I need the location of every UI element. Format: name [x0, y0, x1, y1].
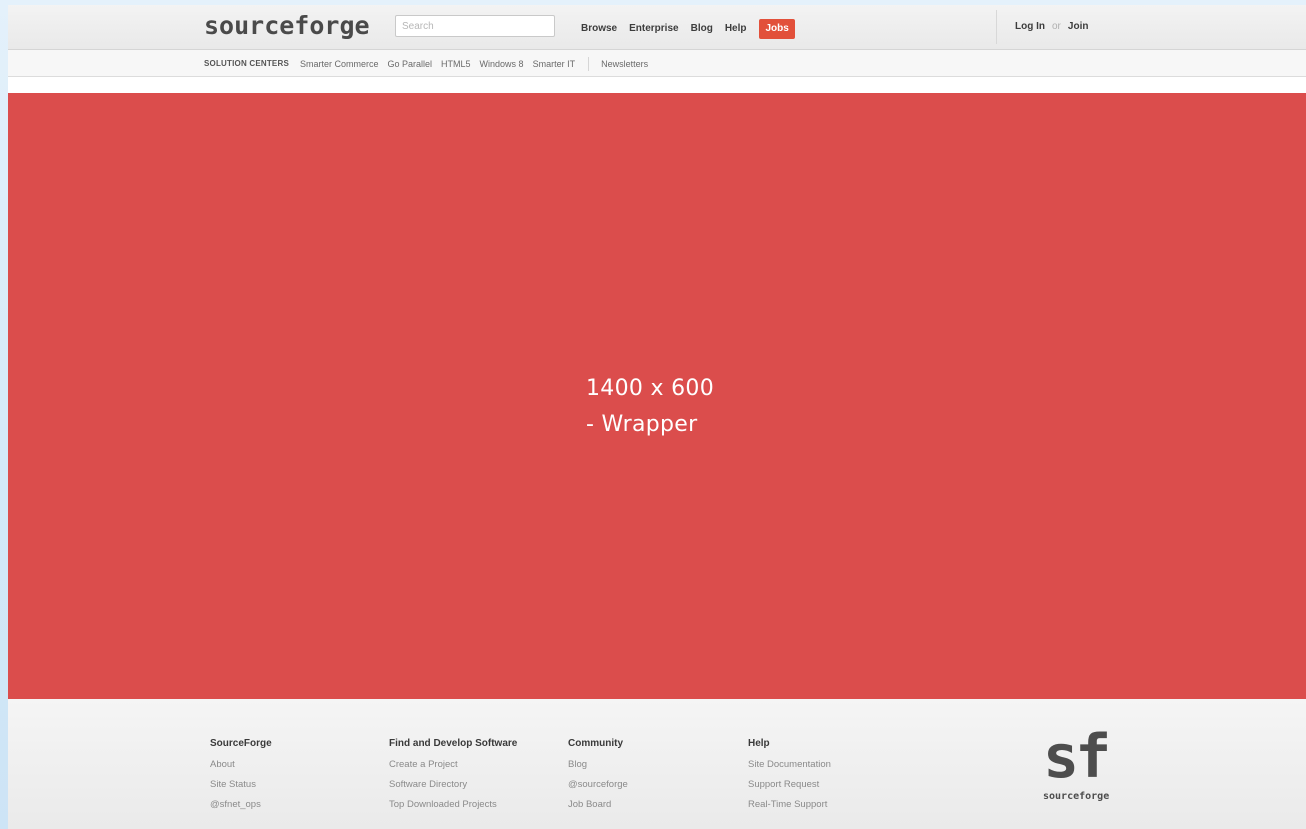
footer-link-blog[interactable]: Blog — [568, 758, 628, 772]
nav-blog[interactable]: Blog — [691, 21, 713, 37]
placeholder-label: - Wrapper — [586, 412, 698, 437]
subnav-newsletters[interactable]: Newsletters — [601, 58, 648, 70]
site-header: sourceforge Browse Enterprise Blog Help … — [8, 5, 1306, 50]
footer-link-support-request[interactable]: Support Request — [748, 778, 831, 792]
sourceforge-logo[interactable]: sourceforge — [204, 11, 370, 41]
footer-column-find-develop: Find and Develop Software Create a Proje… — [389, 737, 517, 818]
join-link[interactable]: Join — [1068, 19, 1089, 35]
nav-jobs-button[interactable]: Jobs — [759, 19, 795, 39]
sf-logo-wordmark: sourceforge — [1043, 791, 1110, 802]
auth-links: Log In or Join — [1015, 19, 1088, 35]
footer-column-help: Help Site Documentation Support Request … — [748, 737, 831, 818]
search-input[interactable] — [395, 15, 555, 37]
subnav-windows-8[interactable]: Windows 8 — [480, 58, 524, 70]
footer-link-software-directory[interactable]: Software Directory — [389, 778, 517, 792]
footer-link-realtime-support[interactable]: Real-Time Support — [748, 798, 831, 812]
placeholder-caption: 1400 x 600 - Wrapper — [586, 371, 714, 443]
main-nav: Browse Enterprise Blog Help Jobs — [581, 19, 807, 39]
placeholder-dimensions: 1400 x 600 — [586, 376, 714, 401]
nav-browse[interactable]: Browse — [581, 21, 617, 37]
subnav-html5[interactable]: HTML5 — [441, 58, 471, 70]
sf-logo-glyph: sf — [1043, 722, 1111, 792]
nav-help[interactable]: Help — [725, 21, 747, 37]
solution-centers-nav: SOLUTION CENTERS Smarter Commerce Go Par… — [204, 57, 657, 71]
or-text: or — [1052, 21, 1061, 32]
header-divider — [996, 10, 997, 44]
footer-heading: SourceForge — [210, 738, 272, 749]
login-link[interactable]: Log In — [1015, 19, 1045, 35]
footer-column-community: Community Blog @sourceforge Job Board — [568, 737, 628, 818]
browser-viewport: sourceforge Browse Enterprise Blog Help … — [8, 5, 1306, 829]
subnav-smarter-it[interactable]: Smarter IT — [533, 58, 576, 70]
nav-enterprise[interactable]: Enterprise — [629, 21, 678, 37]
footer-link-sfnet-ops[interactable]: @sfnet_ops — [210, 798, 272, 812]
footer-column-sourceforge: SourceForge About Site Status @sfnet_ops — [210, 737, 272, 818]
footer-heading: Help — [748, 738, 770, 749]
footer-link-sourceforge-twitter[interactable]: @sourceforge — [568, 778, 628, 792]
subnav-smarter-commerce[interactable]: Smarter Commerce — [300, 58, 379, 70]
site-footer: SourceForge About Site Status @sfnet_ops… — [8, 699, 1306, 829]
footer-heading: Community — [568, 738, 623, 749]
solution-centers-bar: SOLUTION CENTERS Smarter Commerce Go Par… — [8, 50, 1306, 77]
footer-link-site-documentation[interactable]: Site Documentation — [748, 758, 831, 772]
footer-link-site-status[interactable]: Site Status — [210, 778, 272, 792]
footer-link-create-project[interactable]: Create a Project — [389, 758, 517, 772]
footer-heading: Find and Develop Software — [389, 738, 518, 749]
wrapper-placeholder: 1400 x 600 - Wrapper — [8, 93, 1306, 699]
sourceforge-footer-logo[interactable]: sf sourceforge — [1039, 722, 1139, 819]
footer-link-top-downloaded[interactable]: Top Downloaded Projects — [389, 798, 517, 812]
solution-centers-label: SOLUTION CENTERS — [204, 59, 289, 68]
footer-link-about[interactable]: About — [210, 758, 272, 772]
footer-link-job-board[interactable]: Job Board — [568, 798, 628, 812]
subnav-go-parallel[interactable]: Go Parallel — [388, 58, 433, 70]
subnav-divider — [588, 57, 590, 71]
